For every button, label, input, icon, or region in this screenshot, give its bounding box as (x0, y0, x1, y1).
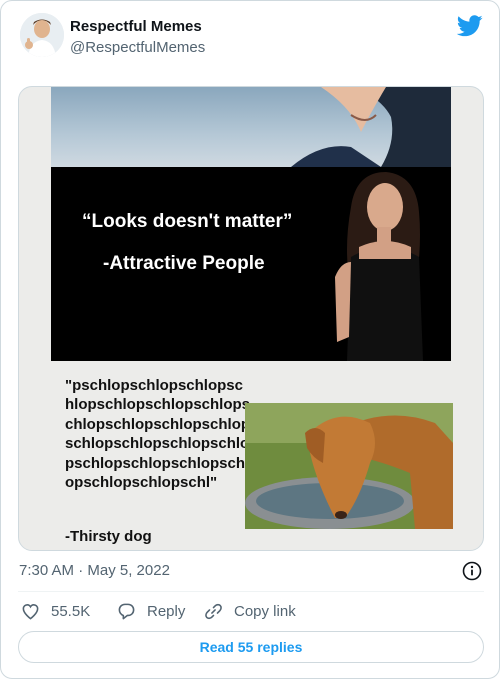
link-icon (205, 603, 222, 619)
user-handle[interactable]: @RespectfulMemes (70, 39, 205, 56)
woman-photo (335, 172, 423, 361)
display-name[interactable]: Respectful Memes (70, 18, 202, 35)
meme-quote-attribution: -Attractive People (103, 253, 265, 274)
meme-dog-text: "pschlopschlopschlopschlopschlopschlopsc… (65, 377, 251, 492)
like-button[interactable]: 55.5K (21, 601, 90, 621)
dog-photo (245, 403, 453, 529)
divider (18, 591, 484, 592)
tweet-media[interactable]: “Looks doesn't matter” -Attractive Peopl… (18, 86, 484, 551)
copy-link-button[interactable]: Copy link (204, 601, 296, 621)
read-replies-button[interactable]: Read 55 replies (18, 631, 484, 663)
meme-quote-panel: “Looks doesn't matter” -Attractive Peopl… (51, 167, 451, 361)
speech-bubble-icon (118, 603, 135, 619)
copy-link-label: Copy link (234, 602, 296, 620)
avatar-image (20, 13, 64, 57)
tweet-card: Respectful Memes @RespectfulMemes “Looks… (0, 0, 500, 679)
meme-dog-attribution: -Thirsty dog (65, 528, 152, 545)
info-icon[interactable] (462, 561, 482, 581)
reply-button[interactable]: Reply (117, 601, 185, 621)
tweet-timestamp[interactable]: 7:30 AM · May 5, 2022 (19, 562, 170, 579)
like-count: 55.5K (51, 602, 91, 620)
avatar[interactable] (20, 13, 64, 57)
reply-label: Reply (147, 602, 186, 620)
twitter-bird-icon[interactable] (457, 15, 483, 37)
heart-icon (22, 603, 39, 620)
meme-top-image (51, 87, 451, 167)
